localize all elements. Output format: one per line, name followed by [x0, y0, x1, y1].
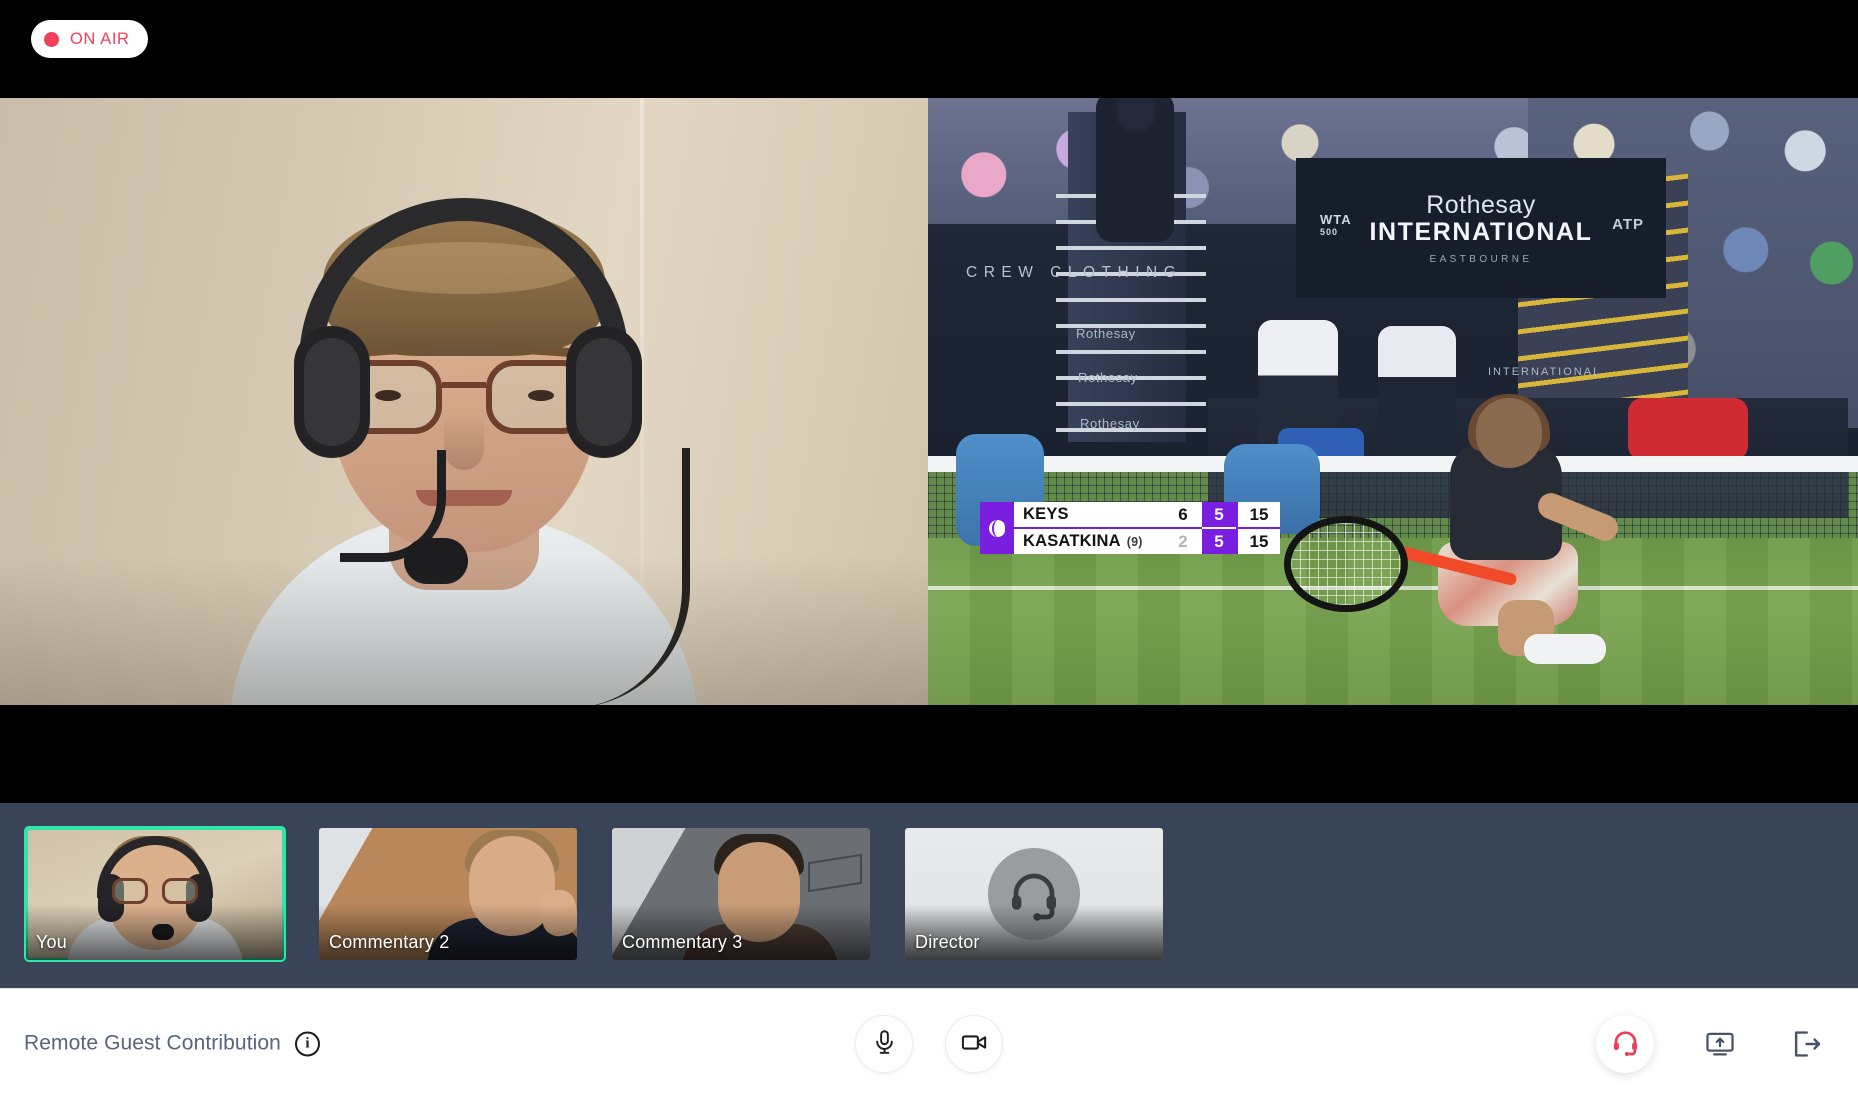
games-value: 5	[1214, 531, 1224, 551]
participant-filmstrip: You Commentary 2 Commentary 3 Director	[0, 803, 1858, 988]
games-value: 5	[1202, 502, 1236, 529]
remote-guest-app: ON AIR Rothesay INTERNATIONAL EASTBOURNE…	[0, 0, 1858, 1098]
scoreboard-points-column: 15 15	[1236, 502, 1280, 554]
camera-icon	[960, 1028, 989, 1060]
video-stage: Rothesay INTERNATIONAL EASTBOURNE WTA 50…	[0, 98, 1858, 803]
scoreboard-sets-column: 6 2	[1164, 502, 1202, 554]
sets-value: 2	[1178, 531, 1188, 551]
participant-tile-commentary-2[interactable]: Commentary 2	[319, 828, 577, 960]
bottom-toolbar: Remote Guest Contribution i	[0, 988, 1858, 1098]
presenter-eye-right	[528, 390, 554, 401]
on-air-label: ON AIR	[70, 29, 130, 48]
headphone-cup-left	[294, 326, 370, 458]
microphone-toggle-button[interactable]	[855, 1014, 913, 1073]
page-title: Remote Guest Contribution	[24, 1031, 281, 1055]
rothesay-board-1: Rothesay	[1076, 326, 1136, 341]
participant-tiles: You Commentary 2 Commentary 3 Director	[24, 826, 1163, 962]
tennis-ball-icon	[988, 518, 1007, 538]
signboard-city: EASTBOURNE	[1429, 254, 1533, 265]
leave-button[interactable]	[1786, 1024, 1826, 1064]
scoreboard-games-column: 5 5	[1202, 502, 1236, 554]
participant-label: You	[36, 932, 67, 952]
tennis-player	[1402, 394, 1622, 664]
serve-indicator	[980, 502, 1014, 554]
participant-label: Commentary 3	[622, 932, 743, 952]
presenter-eye-left	[375, 390, 401, 401]
match-scoreboard: KEYS KASATKINA (9) 6 2 5 5 15 15	[980, 502, 1280, 554]
thumb-glasses	[112, 878, 198, 904]
wta-tier: 500	[1320, 227, 1339, 237]
tennis-court-scene: Rothesay INTERNATIONAL EASTBOURNE WTA 50…	[928, 98, 1858, 705]
wta-label: WTA	[1320, 212, 1352, 227]
toolbar-center-group	[855, 1014, 1003, 1073]
participant-tile-you[interactable]: You	[24, 826, 286, 962]
event-signboard: Rothesay INTERNATIONAL EASTBOURNE WTA 50…	[1296, 158, 1666, 298]
table-row: KEYS	[1014, 502, 1164, 529]
participant-label: Commentary 2	[329, 932, 450, 952]
signboard-brand: Rothesay	[1426, 191, 1536, 219]
player-name: KASATKINA	[1023, 532, 1121, 550]
programme-output-video[interactable]: Rothesay INTERNATIONAL EASTBOURNE WTA 50…	[928, 98, 1858, 705]
rothesay-board-4: INTERNATIONAL	[1488, 366, 1602, 378]
points-value: 15	[1249, 531, 1269, 551]
talkback-button[interactable]	[1596, 1014, 1654, 1073]
on-air-badge: ON AIR	[31, 20, 148, 58]
presenter-nose	[444, 414, 484, 470]
room-shadow	[0, 555, 928, 705]
player-head	[1476, 398, 1542, 468]
top-bar: ON AIR	[0, 0, 1858, 98]
table-row: KASATKINA (9)	[1014, 529, 1164, 554]
red-kit-bag	[1628, 398, 1748, 460]
sets-value: 6	[1164, 502, 1202, 529]
signboard-event: INTERNATIONAL	[1369, 218, 1593, 246]
camera-toggle-button[interactable]	[945, 1014, 1003, 1073]
headset-icon	[1610, 1027, 1641, 1061]
info-icon[interactable]: i	[294, 1031, 320, 1056]
participant-tile-commentary-3[interactable]: Commentary 3	[612, 828, 870, 960]
wta-logo: WTA 500	[1320, 212, 1352, 237]
rothesay-board-2: Rothesay	[1078, 370, 1138, 385]
headphone-cup-right	[566, 326, 642, 458]
points-value: 15	[1238, 502, 1280, 529]
atp-logo: ATP	[1612, 216, 1644, 233]
toolbar-right-group	[1596, 1014, 1826, 1073]
player-seed: (9)	[1126, 534, 1143, 549]
toolbar-left-group: Remote Guest Contribution i	[24, 1031, 320, 1056]
on-air-dot-icon	[44, 31, 59, 47]
net-band	[928, 456, 1858, 472]
player-name: KEYS	[1023, 505, 1069, 523]
rothesay-board-3: Rothesay	[1080, 416, 1140, 431]
local-presenter-video[interactable]	[0, 98, 928, 705]
participant-label: Director	[915, 932, 980, 952]
player-shoe	[1524, 634, 1606, 664]
microphone-icon	[871, 1029, 898, 1059]
thumb-wall-frame	[808, 853, 862, 893]
share-screen-button[interactable]	[1700, 1024, 1740, 1064]
participant-tile-director[interactable]: Director	[905, 828, 1163, 960]
crew-clothing-banner: CREW CLOTHING	[966, 264, 1183, 281]
scoreboard-player-names: KEYS KASATKINA (9)	[1014, 502, 1164, 554]
tennis-racket	[1284, 516, 1408, 612]
